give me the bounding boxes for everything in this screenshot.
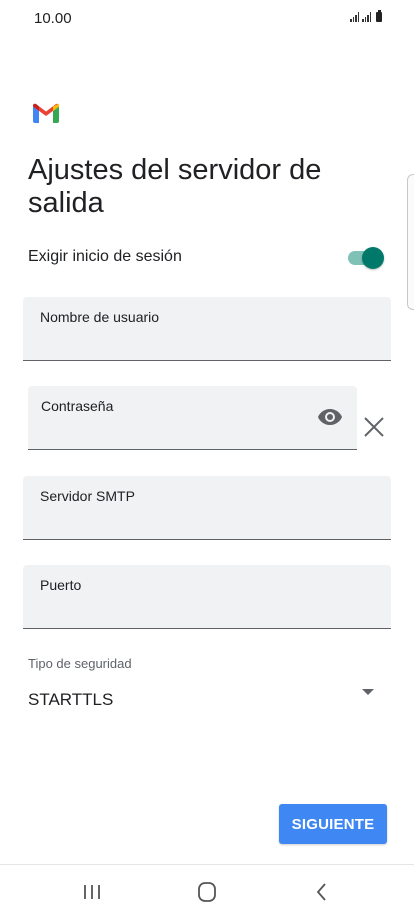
gmail-logo-icon <box>33 103 59 123</box>
require-signin-toggle[interactable] <box>346 244 384 270</box>
dropdown-arrow-icon[interactable] <box>362 689 374 695</box>
require-signin-row[interactable]: Exigir inicio de sesión <box>28 240 384 274</box>
navigation-bar <box>0 865 414 920</box>
recent-apps-icon[interactable] <box>76 879 108 905</box>
security-type-label: Tipo de seguridad <box>28 656 132 671</box>
username-label: Nombre de usuario <box>40 309 160 325</box>
port-label: Puerto <box>40 577 82 593</box>
smtp-server-field[interactable]: Servidor SMTP <box>23 476 391 540</box>
signal-icon <box>350 12 359 22</box>
status-time: 10.00 <box>34 10 72 27</box>
home-icon[interactable] <box>191 879 223 905</box>
close-icon[interactable] <box>363 416 385 438</box>
next-button[interactable]: SIGUIENTE <box>279 804 387 844</box>
password-field[interactable]: Contraseña <box>28 386 357 450</box>
username-field[interactable]: Nombre de usuario <box>23 297 391 361</box>
status-bar: 10.00 <box>0 0 414 40</box>
eye-icon[interactable] <box>317 408 343 426</box>
require-signin-label: Exigir inicio de sesión <box>28 248 182 265</box>
security-type-select[interactable]: STARTTLS <box>28 690 113 710</box>
smtp-server-label: Servidor SMTP <box>40 488 135 504</box>
username-input[interactable] <box>40 332 381 354</box>
status-icons <box>350 10 382 22</box>
password-input[interactable] <box>41 421 307 443</box>
edge-panel-handle[interactable] <box>407 174 414 310</box>
toggle-thumb <box>362 247 384 269</box>
password-label: Contraseña <box>41 398 114 414</box>
port-field[interactable]: Puerto <box>23 565 391 629</box>
port-input[interactable] <box>40 600 381 622</box>
battery-icon <box>376 10 382 22</box>
page-title: Ajustes del servidor de salida <box>28 154 322 219</box>
back-icon[interactable] <box>306 879 338 905</box>
smtp-server-input[interactable] <box>40 511 381 533</box>
signal-icon <box>362 12 371 22</box>
